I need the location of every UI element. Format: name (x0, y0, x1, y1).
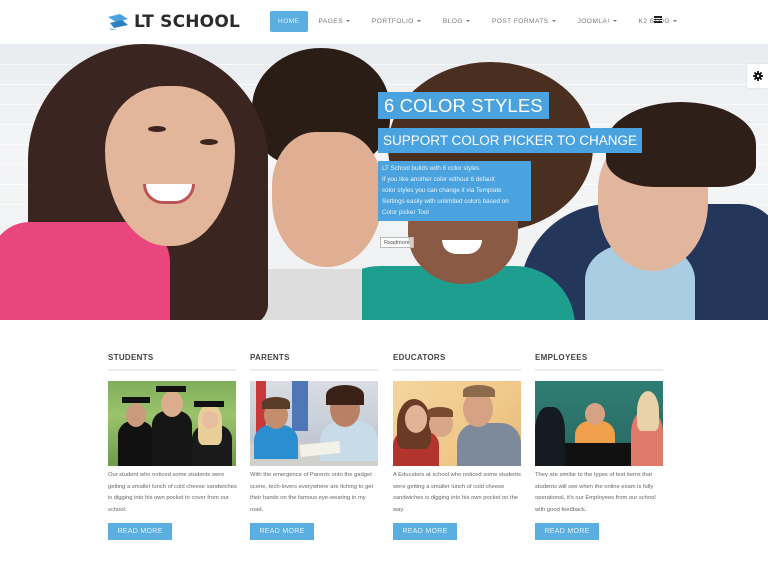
hero-description-line: Color picker Tool (382, 209, 429, 216)
hero-photo-shape (200, 139, 218, 145)
site-header: LT SCHOOL HOME PAGES PORTFOLIO BLOG POST… (0, 0, 768, 44)
divider (535, 369, 663, 371)
read-more-button[interactable]: READ MORE (393, 523, 457, 541)
settings-button[interactable] (747, 64, 768, 88)
column-text: A Educators at school who noticed some s… (393, 472, 521, 513)
column-text: They are similar to the types of test it… (535, 472, 656, 513)
read-more-button[interactable]: READ MORE (535, 523, 599, 541)
parents-image[interactable] (250, 381, 378, 466)
gear-icon (752, 71, 763, 81)
feature-column-parents: PARENTS With the emergence of Parents on… (250, 352, 378, 541)
employees-image[interactable] (535, 381, 663, 466)
logo-icon (108, 14, 128, 30)
feature-column-students: STUDENTS Our student who noticed some st… (108, 352, 237, 541)
caret-down-icon (673, 20, 677, 23)
caret-down-icon (465, 20, 470, 23)
nav-blog-label: BLOG (442, 18, 463, 25)
caret-down-icon (612, 20, 617, 23)
nav-joomla[interactable]: JOOMLA! (567, 11, 628, 32)
hero-readmore-button[interactable]: Readmore (380, 237, 414, 248)
nav-portfolio-label: PORTFOLIO (371, 18, 414, 25)
hero-subtitle: SUPPORT COLOR PICKER TO CHANGE (378, 128, 643, 153)
divider (250, 369, 378, 371)
site-logo[interactable]: LT SCHOOL (108, 11, 240, 33)
hero-description-line: color styles you can change it via Templ… (382, 187, 502, 194)
column-title: EDUCATORS (393, 353, 446, 362)
hero-photo-shape (272, 132, 382, 267)
hero-photo-shape (148, 126, 166, 132)
column-title: STUDENTS (108, 353, 154, 362)
nav-joomla-label: JOOMLA! (577, 18, 610, 25)
hero-photo-shape (252, 269, 362, 320)
nav-pages-label: PAGES (318, 18, 343, 25)
main-nav: HOME PAGES PORTFOLIO BLOG POST FORMATS J… (270, 11, 688, 32)
read-more-button[interactable]: READ MORE (108, 523, 172, 541)
hero-description-line: Settings easily with unlimited colors ba… (382, 198, 509, 205)
hero-description-line: LT School builds with 6 color styles (382, 165, 480, 172)
nav-home-label: HOME (278, 18, 300, 25)
feature-column-employees: EMPLOYEES They are similar to the types … (535, 352, 663, 541)
feature-column-educators: EDUCATORS A Educators at school who noti… (393, 352, 521, 541)
nav-post-formats-label: POST FORMATS (491, 18, 549, 25)
read-more-button[interactable]: READ MORE (250, 523, 314, 541)
column-text: With the emergence of Parents onto the g… (250, 472, 374, 513)
hero-slider[interactable]: 6 COLOR STYLES SUPPORT COLOR PICKER TO C… (0, 44, 768, 320)
divider (108, 369, 236, 371)
hamburger-icon[interactable] (654, 16, 662, 23)
caret-down-icon (416, 20, 421, 23)
column-title: EMPLOYEES (535, 353, 588, 362)
hero-description: LT School builds with 6 color styles If … (378, 161, 531, 221)
nav-pages[interactable]: PAGES (308, 11, 361, 32)
nav-post-formats[interactable]: POST FORMATS (481, 11, 567, 32)
column-title: PARENTS (250, 353, 290, 362)
educators-image[interactable] (393, 381, 521, 466)
hero-title: 6 COLOR STYLES (378, 92, 549, 119)
students-image[interactable] (108, 381, 236, 466)
nav-portfolio[interactable]: PORTFOLIO (361, 11, 432, 32)
logo-text: LT SCHOOL (134, 12, 241, 32)
caret-down-icon (345, 20, 350, 23)
nav-blog[interactable]: BLOG (432, 11, 481, 32)
column-text: Our student who noticed some students we… (108, 472, 237, 513)
caret-down-icon (551, 20, 556, 23)
hero-description-line: If you like another color without 6 defa… (382, 176, 495, 183)
nav-home[interactable]: HOME (270, 11, 308, 32)
divider (393, 369, 521, 371)
